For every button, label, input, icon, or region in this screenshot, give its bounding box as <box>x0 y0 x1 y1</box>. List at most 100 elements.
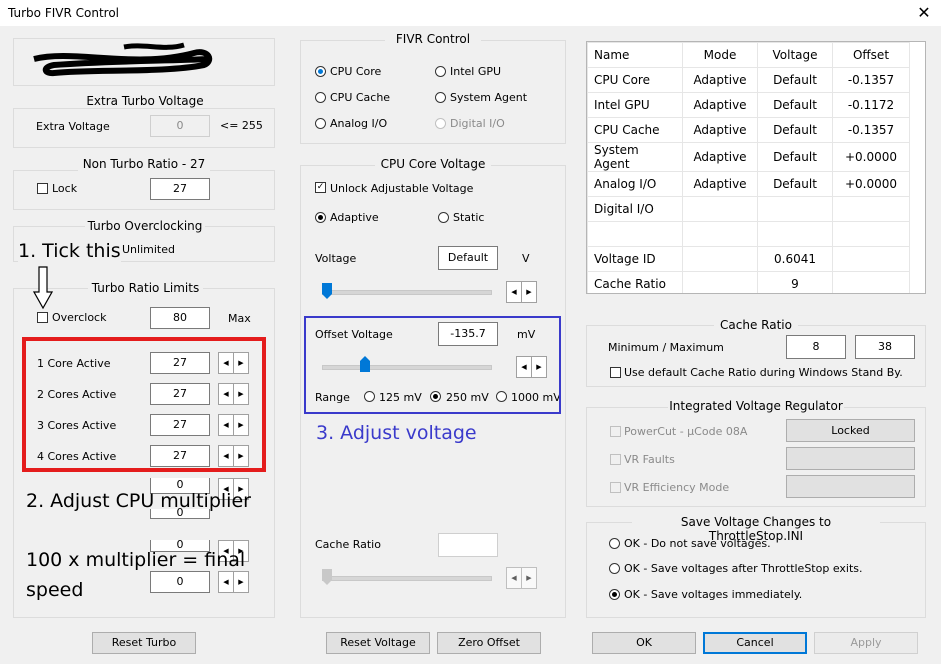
unlimited-label: Unlimited <box>122 243 175 256</box>
annotation-multiplier: 2. Adjust CPU multiplier <box>26 490 251 512</box>
radio-save-exit[interactable] <box>609 563 620 574</box>
radio-analog-io[interactable] <box>315 118 326 129</box>
reset-voltage-button[interactable]: Reset Voltage <box>326 632 430 654</box>
down-arrow-icon <box>33 266 53 310</box>
table-cell: Cache Ratio <box>587 271 683 293</box>
vr-efficiency-checkbox[interactable] <box>610 482 621 493</box>
table-cell: +0.0000 <box>832 171 910 197</box>
max-ratio-field[interactable]: 80 <box>150 307 210 329</box>
radio-cpu-cache[interactable] <box>315 92 326 103</box>
table-header-row: Name Mode Voltage Offset <box>587 42 910 68</box>
table-cell: CPU Cache <box>587 117 683 143</box>
hidden-ratio-field[interactable]: 0 <box>150 571 210 593</box>
column-header: Offset <box>832 42 910 68</box>
close-icon[interactable]: ✕ <box>914 3 934 22</box>
cache-ratio-slider-track[interactable] <box>322 576 492 581</box>
status-table: Name Mode Voltage Offset CPU Core Adaptiv… <box>587 42 910 293</box>
radio-adaptive[interactable] <box>315 212 326 223</box>
column-header: Mode <box>682 42 758 68</box>
cache-max-field[interactable]: 38 <box>855 335 915 359</box>
vr-faults-button[interactable] <box>786 447 915 470</box>
overclock-checkbox[interactable] <box>37 312 48 323</box>
cache-ratio-field[interactable] <box>438 533 498 557</box>
table-row: Voltage ID 0.6041 <box>587 246 910 272</box>
unlock-voltage-label: Unlock Adjustable Voltage <box>330 182 474 195</box>
table-cell <box>757 221 833 247</box>
table-cell: Default <box>757 92 833 118</box>
voltage-spinner[interactable]: ◀ ▶ <box>506 281 537 303</box>
powercut-checkbox[interactable] <box>610 426 621 437</box>
voltage-slider-thumb[interactable] <box>322 283 332 299</box>
table-row: Digital I/O <box>587 196 910 222</box>
powercut-label: PowerCut - µCode 08A <box>624 425 748 438</box>
max-label: Max <box>228 312 251 325</box>
locked-button[interactable]: Locked <box>786 419 915 442</box>
lock-label: Lock <box>52 182 78 195</box>
column-header: Voltage <box>757 42 833 68</box>
table-cell: 0.6041 <box>757 246 833 272</box>
extra-turbo-title: Extra Turbo Voltage <box>80 94 210 108</box>
column-header: Name <box>587 42 683 68</box>
core-ratio-spinner[interactable]: ◀ ▶ <box>218 571 249 593</box>
turbo-oc-title: Turbo Overclocking <box>85 219 205 233</box>
voltage-slider-track[interactable] <box>322 290 492 295</box>
radio-intel-gpu[interactable] <box>435 66 446 77</box>
redacted-banner <box>13 38 275 86</box>
radio-save-none[interactable] <box>609 538 620 549</box>
annotation-voltage: 3. Adjust voltage <box>316 422 477 444</box>
zero-offset-button[interactable]: Zero Offset <box>437 632 541 654</box>
arrow-right-icon[interactable]: ▶ <box>521 281 537 303</box>
radio-digital-io[interactable] <box>435 118 446 129</box>
table-cell: Adaptive <box>682 171 758 197</box>
cancel-button[interactable]: Cancel <box>703 632 807 654</box>
radio-save-immediately[interactable] <box>609 589 620 600</box>
radio-cpu-core[interactable] <box>315 66 326 77</box>
radio-static[interactable] <box>438 212 449 223</box>
vr-efficiency-label: VR Efficiency Mode <box>624 481 730 494</box>
adaptive-label: Adaptive <box>330 211 379 224</box>
table-cell: -0.1357 <box>832 67 910 93</box>
table-row <box>587 221 910 247</box>
table-cell: Default <box>757 142 833 172</box>
table-cell: Adaptive <box>682 117 758 143</box>
vr-efficiency-button[interactable] <box>786 475 915 498</box>
voltage-field[interactable]: Default <box>438 246 498 270</box>
scribble-redaction <box>33 42 213 77</box>
cache-ratio-slider-thumb[interactable] <box>322 569 332 585</box>
arrow-left-icon[interactable]: ◀ <box>218 571 234 593</box>
extra-voltage-label: Extra Voltage <box>36 120 110 133</box>
status-table-panel: Name Mode Voltage Offset CPU Core Adaptiv… <box>586 41 926 294</box>
cache-ratio-slider-label: Cache Ratio <box>315 538 381 551</box>
arrow-left-icon[interactable]: ◀ <box>506 281 522 303</box>
cache-ratio-spinner[interactable]: ◀ ▶ <box>506 567 537 589</box>
table-row: CPU Core Adaptive Default -0.1357 <box>587 67 910 93</box>
extra-voltage-field[interactable]: 0 <box>150 115 210 137</box>
table-cell: Default <box>757 67 833 93</box>
arrow-right-icon[interactable]: ▶ <box>521 567 537 589</box>
annotation-tick: 1. Tick this <box>18 240 121 262</box>
default-cache-checkbox[interactable] <box>610 367 621 378</box>
vr-faults-checkbox[interactable] <box>610 454 621 465</box>
table-cell: Adaptive <box>682 67 758 93</box>
table-cell <box>682 271 758 293</box>
table-row: System Agent Adaptive Default +0.0000 <box>587 142 910 172</box>
radio-system-agent[interactable] <box>435 92 446 103</box>
arrow-left-icon[interactable]: ◀ <box>506 567 522 589</box>
annotation-formula-line2: speed <box>26 579 84 601</box>
voltage-unit: V <box>522 252 530 265</box>
ok-button[interactable]: OK <box>592 632 696 654</box>
apply-button[interactable]: Apply <box>814 632 918 654</box>
reset-turbo-button[interactable]: Reset Turbo <box>92 632 196 654</box>
table-cell: CPU Core <box>587 67 683 93</box>
table-cell <box>832 271 910 293</box>
arrow-right-icon[interactable]: ▶ <box>233 571 249 593</box>
save-option-label: OK - Do not save voltages. <box>624 537 771 550</box>
lock-checkbox[interactable] <box>37 183 48 194</box>
non-turbo-ratio-field[interactable]: 27 <box>150 178 210 200</box>
cache-min-field[interactable]: 8 <box>786 335 846 359</box>
static-label: Static <box>453 211 485 224</box>
unlock-voltage-checkbox[interactable]: ✓ <box>315 182 326 193</box>
radio-label: System Agent <box>450 91 528 104</box>
core-voltage-title: CPU Core Voltage <box>375 157 491 171</box>
table-cell: Default <box>757 171 833 197</box>
